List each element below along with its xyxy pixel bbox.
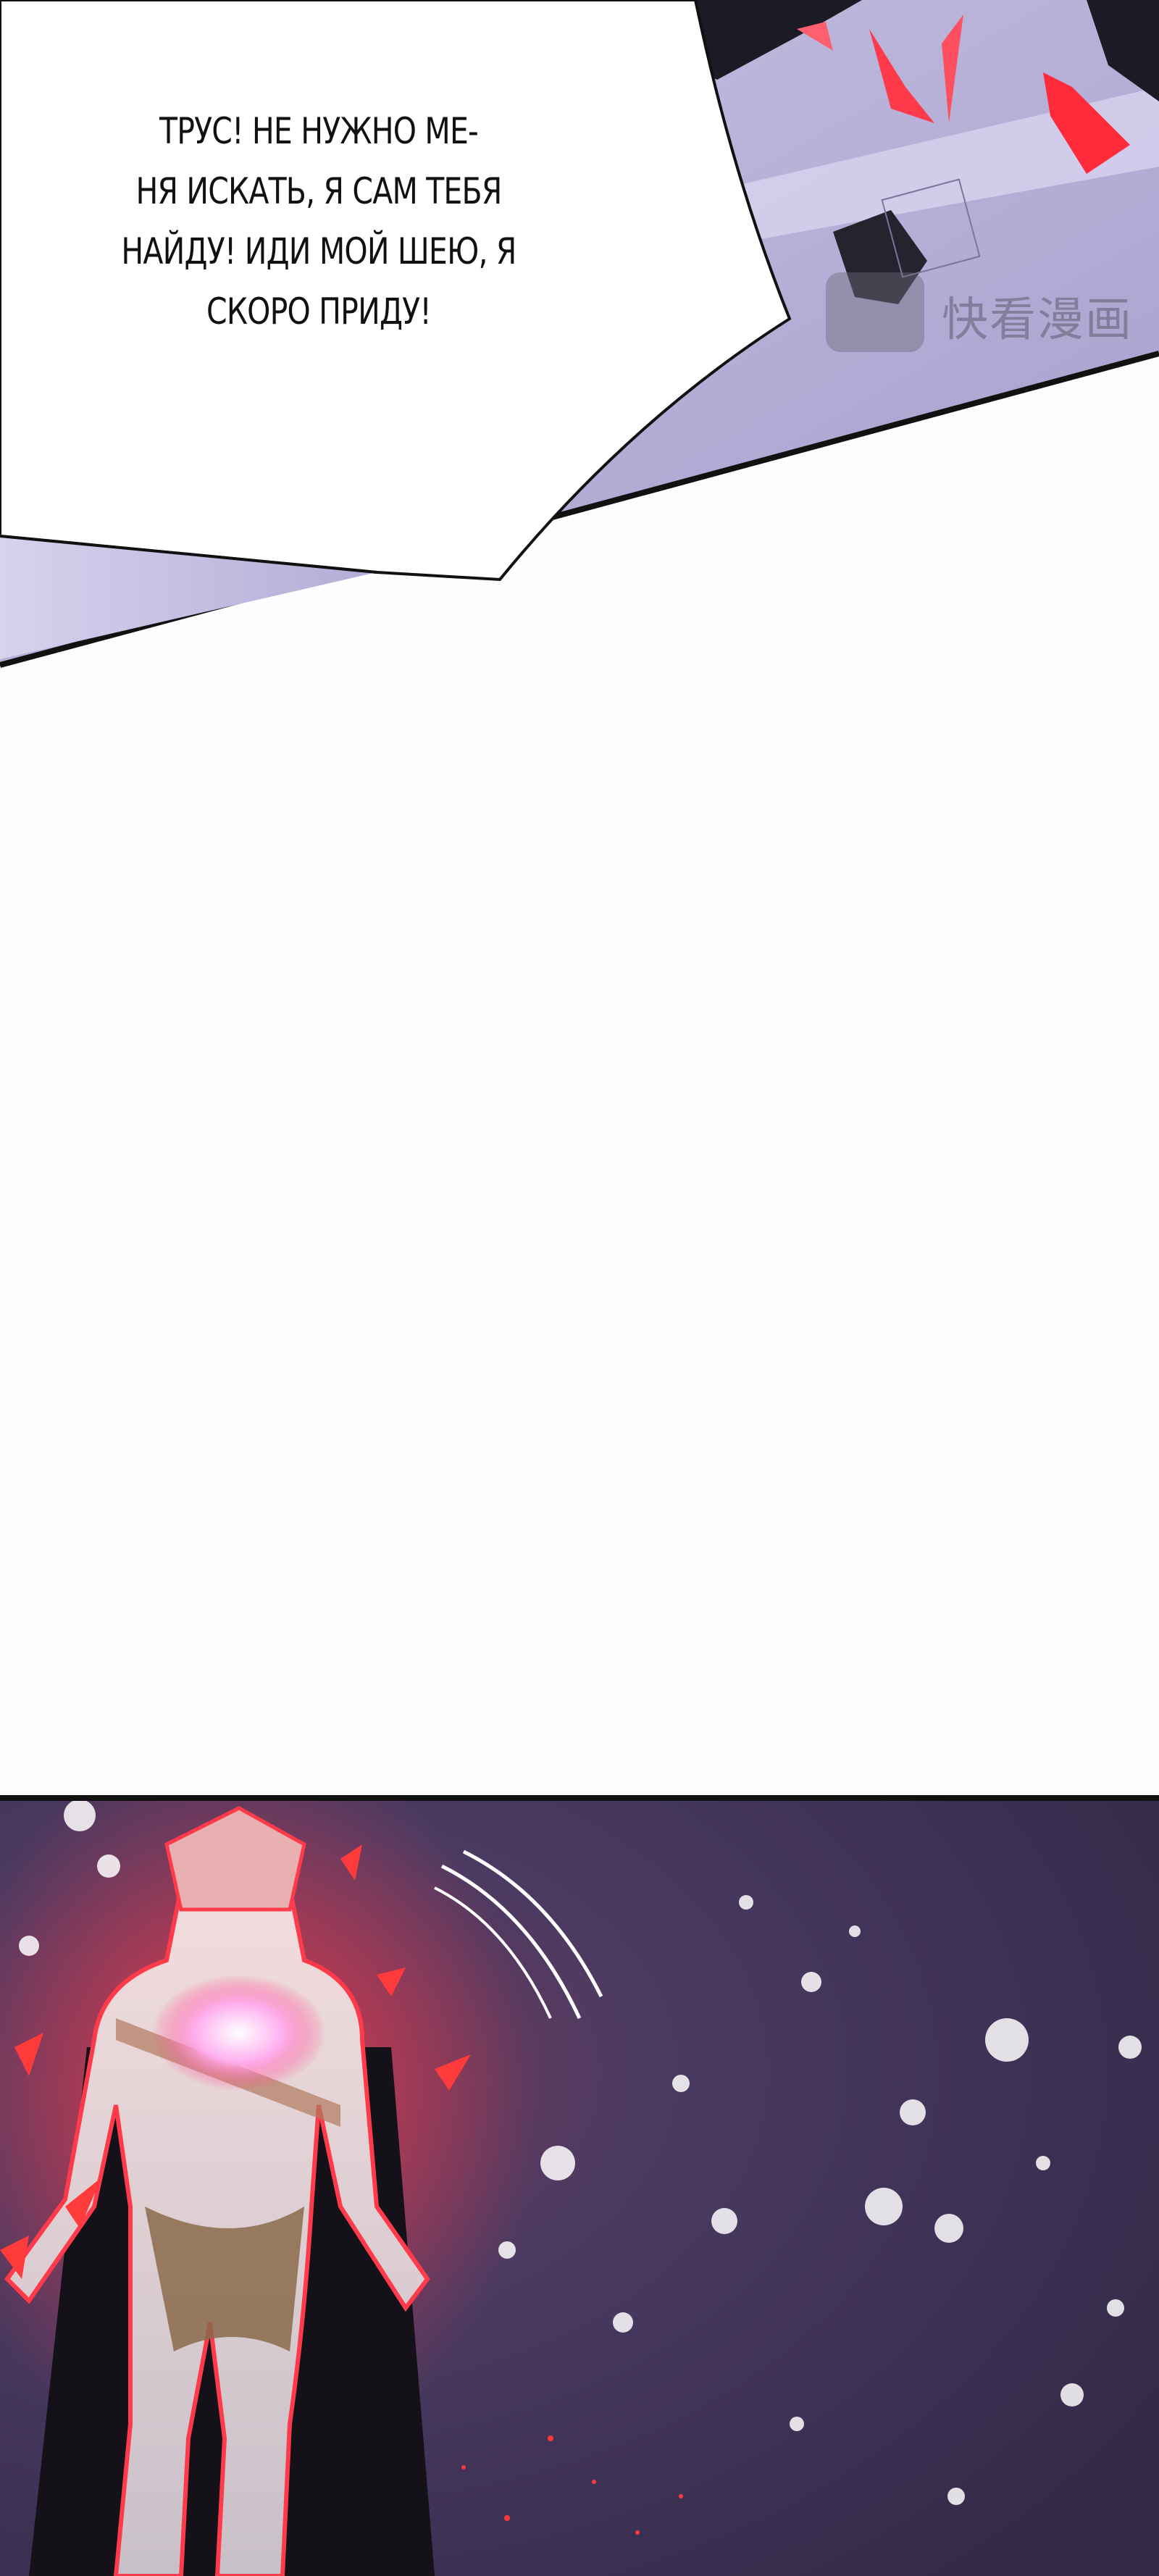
blank-gutter (0, 681, 1159, 1797)
top-panel: ТРУС! НЕ НУЖНО МЕ- НЯ ИСКАТЬ, Я САМ ТЕБЯ… (0, 0, 1159, 681)
watermark-text: 快看漫画 (942, 293, 1133, 347)
comic-page: ТРУС! НЕ НУЖНО МЕ- НЯ ИСКАТЬ, Я САМ ТЕБЯ… (0, 0, 1159, 2576)
watermark: 快看漫画 (826, 267, 1145, 354)
chest-core-glow (152, 1975, 326, 2091)
bottom-panel-art (0, 1801, 1159, 2576)
speech-bubble-text: ТРУС! НЕ НУЖНО МЕ- НЯ ИСКАТЬ, Я САМ ТЕБЯ… (121, 110, 516, 333)
watermark-logo-icon (826, 272, 924, 352)
bottom-panel (0, 1795, 1159, 2576)
